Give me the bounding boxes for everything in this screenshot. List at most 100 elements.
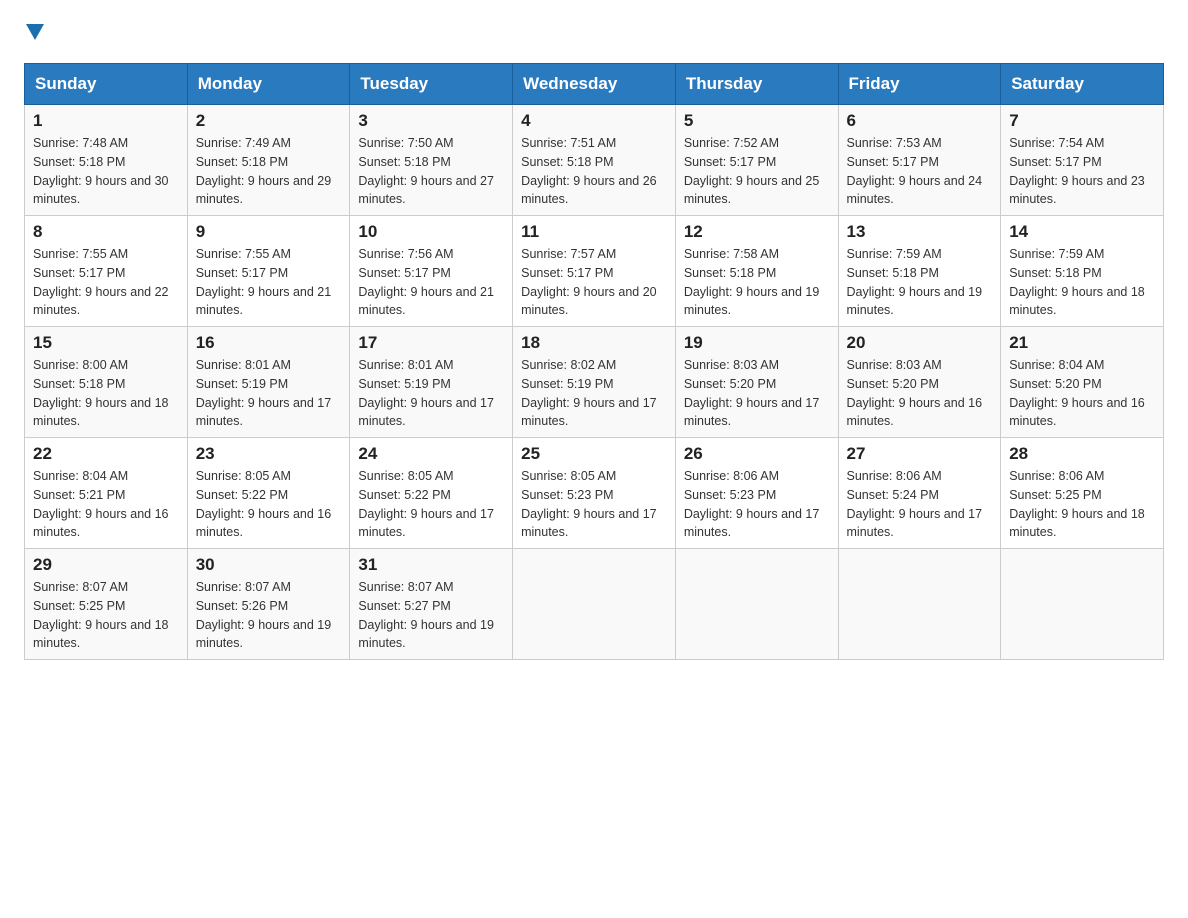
day-info: Sunrise: 7:59 AMSunset: 5:18 PMDaylight:… <box>847 247 983 317</box>
day-number: 17 <box>358 333 504 353</box>
weekday-header-sunday: Sunday <box>25 64 188 105</box>
day-info: Sunrise: 8:07 AMSunset: 5:26 PMDaylight:… <box>196 580 332 650</box>
calendar-cell: 17 Sunrise: 8:01 AMSunset: 5:19 PMDaylig… <box>350 327 513 438</box>
week-row-1: 1 Sunrise: 7:48 AMSunset: 5:18 PMDayligh… <box>25 105 1164 216</box>
calendar-cell: 29 Sunrise: 8:07 AMSunset: 5:25 PMDaylig… <box>25 549 188 660</box>
calendar-cell: 21 Sunrise: 8:04 AMSunset: 5:20 PMDaylig… <box>1001 327 1164 438</box>
day-info: Sunrise: 8:01 AMSunset: 5:19 PMDaylight:… <box>358 358 494 428</box>
day-info: Sunrise: 7:49 AMSunset: 5:18 PMDaylight:… <box>196 136 332 206</box>
day-info: Sunrise: 7:59 AMSunset: 5:18 PMDaylight:… <box>1009 247 1145 317</box>
day-number: 1 <box>33 111 179 131</box>
day-number: 7 <box>1009 111 1155 131</box>
day-number: 19 <box>684 333 830 353</box>
calendar-cell: 23 Sunrise: 8:05 AMSunset: 5:22 PMDaylig… <box>187 438 350 549</box>
day-info: Sunrise: 7:58 AMSunset: 5:18 PMDaylight:… <box>684 247 820 317</box>
day-number: 29 <box>33 555 179 575</box>
day-number: 21 <box>1009 333 1155 353</box>
calendar-cell: 16 Sunrise: 8:01 AMSunset: 5:19 PMDaylig… <box>187 327 350 438</box>
day-number: 2 <box>196 111 342 131</box>
day-info: Sunrise: 8:00 AMSunset: 5:18 PMDaylight:… <box>33 358 169 428</box>
week-row-5: 29 Sunrise: 8:07 AMSunset: 5:25 PMDaylig… <box>25 549 1164 660</box>
day-info: Sunrise: 8:01 AMSunset: 5:19 PMDaylight:… <box>196 358 332 428</box>
day-number: 23 <box>196 444 342 464</box>
day-number: 22 <box>33 444 179 464</box>
day-number: 5 <box>684 111 830 131</box>
calendar-cell: 24 Sunrise: 8:05 AMSunset: 5:22 PMDaylig… <box>350 438 513 549</box>
week-row-2: 8 Sunrise: 7:55 AMSunset: 5:17 PMDayligh… <box>25 216 1164 327</box>
weekday-header-saturday: Saturday <box>1001 64 1164 105</box>
calendar-cell: 26 Sunrise: 8:06 AMSunset: 5:23 PMDaylig… <box>675 438 838 549</box>
calendar-cell: 27 Sunrise: 8:06 AMSunset: 5:24 PMDaylig… <box>838 438 1001 549</box>
day-number: 14 <box>1009 222 1155 242</box>
weekday-header-tuesday: Tuesday <box>350 64 513 105</box>
day-info: Sunrise: 7:51 AMSunset: 5:18 PMDaylight:… <box>521 136 657 206</box>
day-number: 3 <box>358 111 504 131</box>
calendar-cell: 4 Sunrise: 7:51 AMSunset: 5:18 PMDayligh… <box>513 105 676 216</box>
day-info: Sunrise: 8:03 AMSunset: 5:20 PMDaylight:… <box>684 358 820 428</box>
week-row-3: 15 Sunrise: 8:00 AMSunset: 5:18 PMDaylig… <box>25 327 1164 438</box>
day-info: Sunrise: 7:50 AMSunset: 5:18 PMDaylight:… <box>358 136 494 206</box>
day-info: Sunrise: 7:54 AMSunset: 5:17 PMDaylight:… <box>1009 136 1145 206</box>
calendar-cell: 13 Sunrise: 7:59 AMSunset: 5:18 PMDaylig… <box>838 216 1001 327</box>
calendar-cell: 28 Sunrise: 8:06 AMSunset: 5:25 PMDaylig… <box>1001 438 1164 549</box>
day-info: Sunrise: 8:02 AMSunset: 5:19 PMDaylight:… <box>521 358 657 428</box>
day-info: Sunrise: 7:56 AMSunset: 5:17 PMDaylight:… <box>358 247 494 317</box>
day-info: Sunrise: 8:07 AMSunset: 5:25 PMDaylight:… <box>33 580 169 650</box>
day-number: 13 <box>847 222 993 242</box>
week-row-4: 22 Sunrise: 8:04 AMSunset: 5:21 PMDaylig… <box>25 438 1164 549</box>
day-number: 20 <box>847 333 993 353</box>
calendar-cell: 19 Sunrise: 8:03 AMSunset: 5:20 PMDaylig… <box>675 327 838 438</box>
calendar-cell: 11 Sunrise: 7:57 AMSunset: 5:17 PMDaylig… <box>513 216 676 327</box>
day-number: 11 <box>521 222 667 242</box>
calendar-cell: 10 Sunrise: 7:56 AMSunset: 5:17 PMDaylig… <box>350 216 513 327</box>
calendar-cell: 25 Sunrise: 8:05 AMSunset: 5:23 PMDaylig… <box>513 438 676 549</box>
calendar-cell: 6 Sunrise: 7:53 AMSunset: 5:17 PMDayligh… <box>838 105 1001 216</box>
calendar-cell: 8 Sunrise: 7:55 AMSunset: 5:17 PMDayligh… <box>25 216 188 327</box>
logo-triangle-icon <box>26 24 44 40</box>
calendar-cell: 2 Sunrise: 7:49 AMSunset: 5:18 PMDayligh… <box>187 105 350 216</box>
calendar-cell: 12 Sunrise: 7:58 AMSunset: 5:18 PMDaylig… <box>675 216 838 327</box>
day-info: Sunrise: 8:06 AMSunset: 5:23 PMDaylight:… <box>684 469 820 539</box>
weekday-header-friday: Friday <box>838 64 1001 105</box>
day-info: Sunrise: 7:57 AMSunset: 5:17 PMDaylight:… <box>521 247 657 317</box>
calendar-cell <box>513 549 676 660</box>
weekday-header-thursday: Thursday <box>675 64 838 105</box>
day-number: 24 <box>358 444 504 464</box>
calendar-cell: 31 Sunrise: 8:07 AMSunset: 5:27 PMDaylig… <box>350 549 513 660</box>
calendar-cell: 20 Sunrise: 8:03 AMSunset: 5:20 PMDaylig… <box>838 327 1001 438</box>
day-number: 6 <box>847 111 993 131</box>
day-info: Sunrise: 7:53 AMSunset: 5:17 PMDaylight:… <box>847 136 983 206</box>
calendar-cell: 22 Sunrise: 8:04 AMSunset: 5:21 PMDaylig… <box>25 438 188 549</box>
calendar-cell: 5 Sunrise: 7:52 AMSunset: 5:17 PMDayligh… <box>675 105 838 216</box>
calendar-cell: 9 Sunrise: 7:55 AMSunset: 5:17 PMDayligh… <box>187 216 350 327</box>
day-info: Sunrise: 7:52 AMSunset: 5:17 PMDaylight:… <box>684 136 820 206</box>
day-number: 8 <box>33 222 179 242</box>
day-number: 26 <box>684 444 830 464</box>
calendar-cell: 3 Sunrise: 7:50 AMSunset: 5:18 PMDayligh… <box>350 105 513 216</box>
day-number: 12 <box>684 222 830 242</box>
calendar-cell <box>838 549 1001 660</box>
header <box>24 24 1164 45</box>
calendar-cell: 18 Sunrise: 8:02 AMSunset: 5:19 PMDaylig… <box>513 327 676 438</box>
day-info: Sunrise: 8:05 AMSunset: 5:22 PMDaylight:… <box>358 469 494 539</box>
day-number: 4 <box>521 111 667 131</box>
day-info: Sunrise: 8:03 AMSunset: 5:20 PMDaylight:… <box>847 358 983 428</box>
day-number: 30 <box>196 555 342 575</box>
day-number: 9 <box>196 222 342 242</box>
day-info: Sunrise: 8:06 AMSunset: 5:24 PMDaylight:… <box>847 469 983 539</box>
day-number: 31 <box>358 555 504 575</box>
day-number: 18 <box>521 333 667 353</box>
calendar-cell: 30 Sunrise: 8:07 AMSunset: 5:26 PMDaylig… <box>187 549 350 660</box>
logo <box>24 24 44 45</box>
day-number: 15 <box>33 333 179 353</box>
day-info: Sunrise: 7:55 AMSunset: 5:17 PMDaylight:… <box>196 247 332 317</box>
calendar-cell: 1 Sunrise: 7:48 AMSunset: 5:18 PMDayligh… <box>25 105 188 216</box>
day-info: Sunrise: 8:04 AMSunset: 5:20 PMDaylight:… <box>1009 358 1145 428</box>
day-number: 28 <box>1009 444 1155 464</box>
day-info: Sunrise: 8:07 AMSunset: 5:27 PMDaylight:… <box>358 580 494 650</box>
day-info: Sunrise: 7:48 AMSunset: 5:18 PMDaylight:… <box>33 136 169 206</box>
calendar-cell <box>1001 549 1164 660</box>
calendar-cell: 15 Sunrise: 8:00 AMSunset: 5:18 PMDaylig… <box>25 327 188 438</box>
day-info: Sunrise: 8:04 AMSunset: 5:21 PMDaylight:… <box>33 469 169 539</box>
day-info: Sunrise: 8:05 AMSunset: 5:23 PMDaylight:… <box>521 469 657 539</box>
